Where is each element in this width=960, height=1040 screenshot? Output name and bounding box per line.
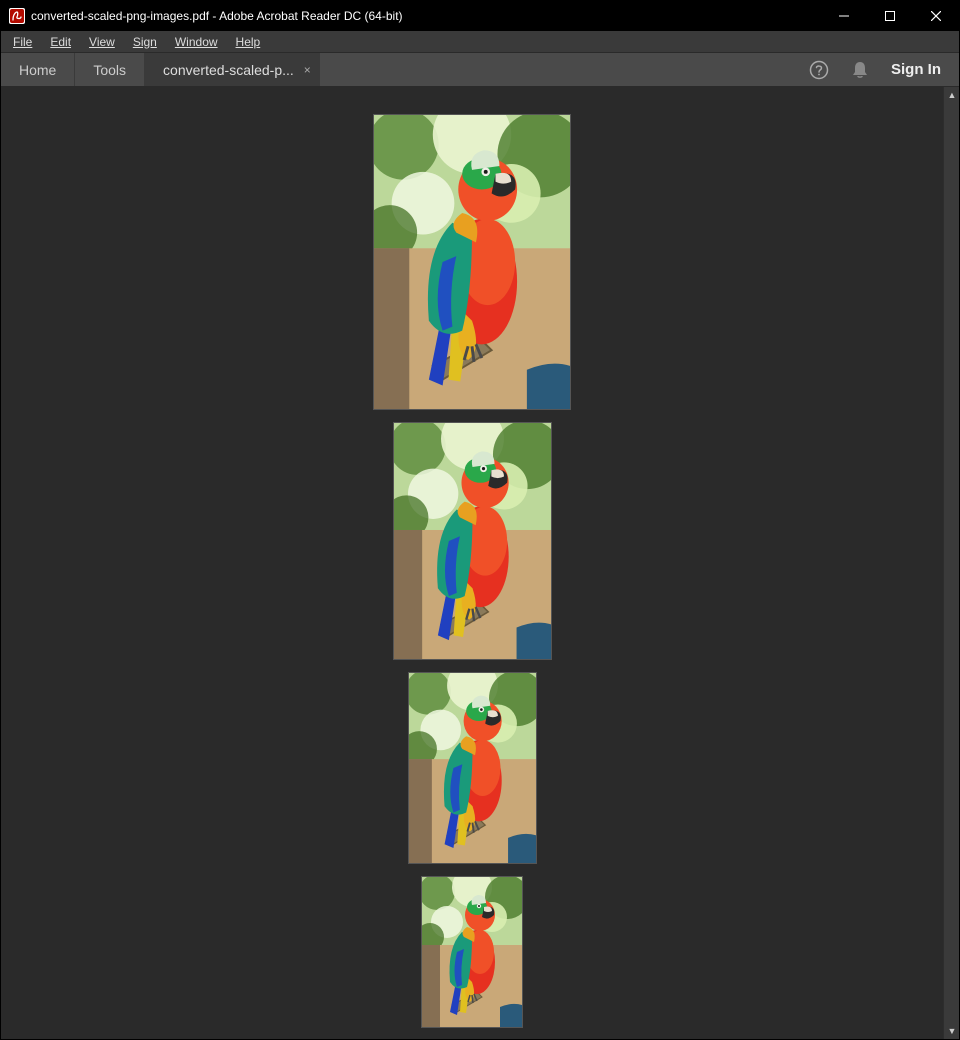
sign-in-button[interactable]: Sign In bbox=[891, 61, 941, 78]
menu-bar: File Edit View Sign Window Help bbox=[1, 31, 959, 53]
vertical-scrollbar[interactable]: ▲ ▼ bbox=[943, 87, 959, 1039]
tab-tools[interactable]: Tools bbox=[75, 53, 145, 86]
window-title: converted-scaled-png-images.pdf - Adobe … bbox=[31, 9, 403, 23]
acrobat-app-icon bbox=[9, 8, 25, 24]
pdf-page bbox=[422, 877, 522, 1027]
tab-strip-spacer bbox=[320, 53, 791, 86]
help-icon[interactable] bbox=[809, 60, 829, 80]
tab-strip: Home Tools converted-scaled-p... × Sign … bbox=[1, 53, 959, 87]
scroll-down-arrow-icon[interactable]: ▼ bbox=[944, 1023, 959, 1039]
menu-view[interactable]: View bbox=[81, 33, 123, 51]
tab-document-label: converted-scaled-p... bbox=[163, 62, 294, 78]
menu-edit[interactable]: Edit bbox=[42, 33, 79, 51]
tab-close-button[interactable]: × bbox=[304, 64, 311, 76]
menu-sign[interactable]: Sign bbox=[125, 33, 165, 51]
tab-tools-label: Tools bbox=[93, 62, 126, 78]
pdf-page bbox=[409, 673, 536, 863]
title-bar: converted-scaled-png-images.pdf - Adobe … bbox=[1, 1, 959, 31]
menu-file[interactable]: File bbox=[5, 33, 40, 51]
minimize-button[interactable] bbox=[821, 1, 867, 31]
tab-home[interactable]: Home bbox=[1, 53, 75, 86]
toolbar-right: Sign In bbox=[791, 53, 959, 86]
pdf-page bbox=[394, 423, 551, 659]
tab-home-label: Home bbox=[19, 62, 56, 78]
viewport-wrap: ▲ ▼ bbox=[1, 87, 959, 1039]
scroll-up-arrow-icon[interactable]: ▲ bbox=[944, 87, 959, 103]
close-window-button[interactable] bbox=[913, 1, 959, 31]
notifications-bell-icon[interactable] bbox=[851, 60, 869, 80]
app-window: converted-scaled-png-images.pdf - Adobe … bbox=[0, 0, 960, 1040]
menu-help[interactable]: Help bbox=[228, 33, 269, 51]
tab-document[interactable]: converted-scaled-p... × bbox=[145, 53, 320, 86]
document-viewport[interactable] bbox=[1, 87, 943, 1039]
menu-window[interactable]: Window bbox=[167, 33, 226, 51]
maximize-button[interactable] bbox=[867, 1, 913, 31]
pdf-page bbox=[374, 115, 570, 409]
